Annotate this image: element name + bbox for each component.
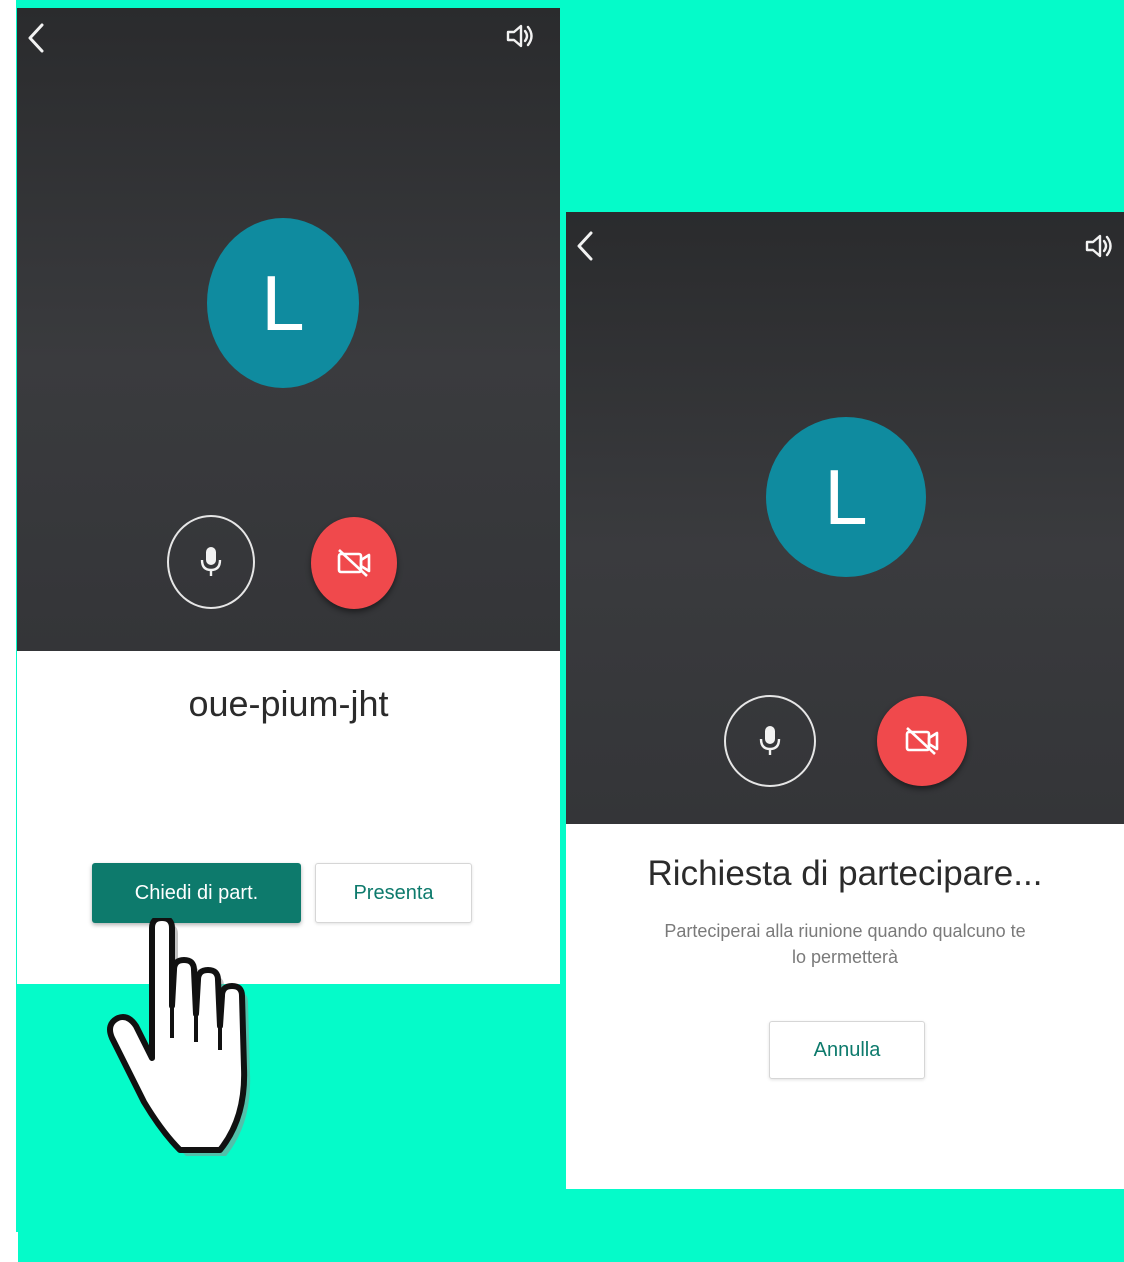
- hand-pointer-icon: [100, 915, 280, 1183]
- left-camera-preview: L: [17, 8, 560, 651]
- chevron-left-icon[interactable]: [25, 22, 47, 59]
- cancel-button[interactable]: Annulla: [769, 1021, 925, 1079]
- camera-off-icon: [905, 727, 939, 755]
- avatar-initial: L: [261, 258, 305, 347]
- microphone-button[interactable]: [167, 515, 255, 609]
- speaker-icon[interactable]: [505, 22, 535, 55]
- left-screen: L oue-pium-jht Chiedi di part. Presenta: [17, 8, 560, 984]
- camera-toggle-button[interactable]: [877, 696, 967, 786]
- chevron-left-icon[interactable]: [574, 230, 596, 267]
- right-camera-preview: L: [566, 212, 1124, 824]
- status-subtitle: Parteciperai alla riunione quando qualcu…: [606, 918, 1084, 970]
- avatar: L: [766, 417, 926, 577]
- status-subtitle-line: lo permetterà: [791, 947, 899, 967]
- microphone-button[interactable]: [724, 695, 816, 787]
- speaker-icon[interactable]: [1084, 232, 1114, 265]
- avatar: L: [207, 218, 359, 388]
- present-button[interactable]: Presenta: [315, 863, 472, 923]
- avatar-initial: L: [824, 452, 868, 541]
- microphone-icon: [759, 726, 781, 755]
- meeting-code: oue-pium-jht: [188, 683, 389, 724]
- status-subtitle-line: Parteciperai alla riunione quando qualcu…: [664, 921, 1026, 941]
- left-join-panel: oue-pium-jht Chiedi di part. Presenta: [17, 651, 560, 984]
- backdrop-strip: [0, 1232, 18, 1262]
- right-status-panel: Richiesta di partecipare... Parteciperai…: [566, 824, 1124, 1189]
- camera-toggle-button[interactable]: [311, 517, 397, 609]
- camera-off-icon: [337, 549, 371, 577]
- status-title: Richiesta di partecipare...: [647, 854, 1043, 893]
- ask-to-join-button[interactable]: Chiedi di part.: [92, 863, 301, 923]
- microphone-icon: [200, 547, 222, 576]
- right-screen: L Richiesta di partecipare... Parteciper…: [566, 212, 1124, 1189]
